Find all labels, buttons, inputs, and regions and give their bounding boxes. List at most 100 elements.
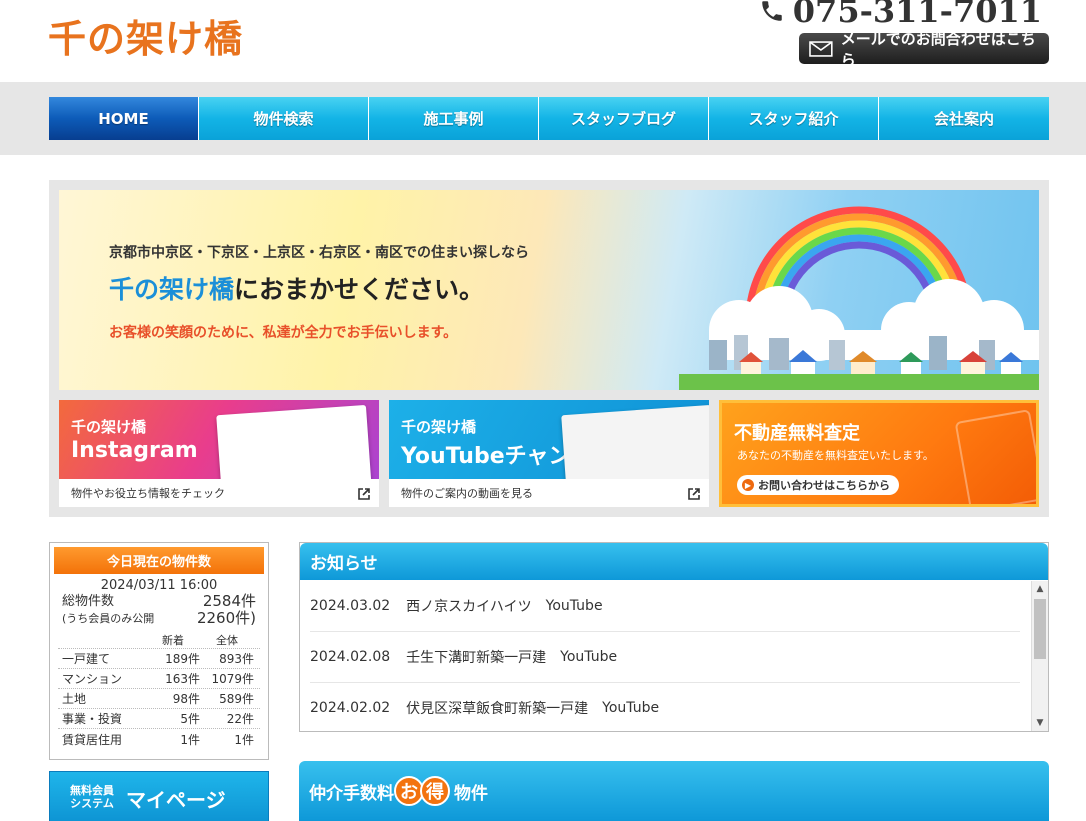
mail-icon — [809, 40, 833, 57]
hero-area-text: 京都市中京区・下京区・上京区・右京区・南区での住まい探しなら — [109, 245, 529, 261]
news-title: お知らせ — [300, 543, 1048, 580]
news-date: 2024.02.02 — [310, 700, 391, 716]
instagram-brand: 千の架け橋 — [71, 418, 147, 436]
main-nav: HOME 物件検索 施工事例 スタッフブログ スタッフ紹介 会社案内 — [49, 97, 1049, 140]
phone-icon — [762, 1, 782, 21]
row-all: 893件 — [219, 652, 254, 666]
otoku-char-2: 得 — [420, 776, 450, 806]
row-new: 5件 — [180, 712, 200, 726]
total-count-value: 2584件 — [202, 592, 256, 610]
appraisal-subtitle: あなたの不動産を無料査定いたします。 — [737, 449, 934, 462]
news-link[interactable]: 西ノ京スカイハイツ — [406, 596, 531, 616]
row-new: 1件 — [180, 732, 200, 747]
external-link-icon — [688, 488, 700, 500]
nav-home[interactable]: HOME — [49, 97, 199, 140]
appraisal-contact-label: お問い合わせはこちらから — [758, 479, 890, 492]
property-count-widget: 今日現在の物件数 2024/03/11 16:00 総物件数 2584件 (うち… — [49, 542, 269, 760]
instagram-title: Instagram — [71, 438, 198, 463]
row-type: 一戸建て — [62, 652, 111, 666]
commission-deal-heading[interactable]: 仲介手数料 お 得 物件 — [299, 761, 1049, 821]
property-count-date: 2024/03/11 16:00 — [100, 578, 218, 593]
table-row[interactable]: マンション 163件 1079件 — [58, 669, 260, 689]
instagram-caption: 物件やお役立ち情報をチェック — [59, 479, 379, 507]
nav-staff-intro[interactable]: スタッフ紹介 — [709, 97, 879, 140]
row-all: 22件 — [226, 712, 254, 726]
member-count-label: (うち会員のみ公開 — [62, 612, 155, 625]
col-new: 新着 — [162, 633, 184, 647]
news-scrollbar[interactable]: ▲ ▼ — [1031, 581, 1048, 731]
news-list: 2024.03.02 西ノ京スカイハイツ YouTube 2024.02.08 … — [300, 581, 1030, 731]
member-count-value: 2260件) — [196, 609, 256, 627]
scroll-up-icon[interactable]: ▲ — [1032, 581, 1048, 597]
otoku-badge: お 得 — [394, 776, 450, 806]
row-type: 土地 — [62, 692, 87, 706]
table-row[interactable]: 事業・投資 5件 22件 — [58, 709, 260, 729]
mail-contact-label: メールでのお問合わせはこちら — [840, 29, 1036, 69]
news-tag: YouTube — [560, 649, 618, 665]
row-type: マンション — [62, 672, 123, 686]
scroll-down-icon[interactable]: ▼ — [1032, 715, 1048, 731]
mypage-label-2: システム — [70, 797, 114, 810]
table-header: 新着 全体 — [58, 631, 260, 649]
arrow-right-icon: ▶ — [742, 479, 754, 491]
news-panel: お知らせ 2024.03.02 西ノ京スカイハイツ YouTube 2024.0… — [299, 542, 1049, 732]
property-count-table: 新着 全体 一戸建て 189件 893件 マンション 163件 1079件 土地… — [58, 631, 260, 749]
appraisal-title: 不動産無料査定 — [734, 423, 860, 444]
mypage-system-label: 無料会員 システム — [70, 784, 114, 810]
member-count-row: (うち会員のみ公開 2260件) — [50, 610, 268, 627]
hero-brand: 千の架け橋 — [109, 275, 235, 304]
youtube-caption: 物件のご案内の動画を見る — [389, 479, 709, 507]
phone-text: 075-311-7011 — [792, 0, 1042, 30]
mail-contact-button[interactable]: メールでのお問合わせはこちら — [799, 30, 1049, 69]
site-logo[interactable]: 千の架け橋 — [48, 8, 243, 63]
row-all: 589件 — [219, 692, 254, 706]
row-type: 事業・投資 — [62, 712, 123, 726]
list-item[interactable]: 2024.02.08 壬生下溝町新築一戸建 YouTube — [310, 632, 1020, 683]
mypage-title: マイページ — [126, 788, 226, 812]
col-all: 全体 — [216, 633, 238, 647]
nav-company[interactable]: 会社案内 — [879, 97, 1049, 140]
news-tag: YouTube — [602, 700, 660, 716]
mypage-label-1: 無料会員 — [70, 784, 114, 797]
row-all: 1079件 — [211, 672, 254, 686]
total-count-label: 総物件数 — [62, 594, 115, 609]
hero-banner: 京都市中京区・下京区・上京区・右京区・南区での住まい探しなら 千の架け橋におまか… — [59, 190, 1039, 390]
property-count-title: 今日現在の物件数 — [54, 547, 264, 574]
hero-headline: 千の架け橋におまかせください。 — [109, 270, 484, 306]
news-date: 2024.02.08 — [310, 649, 391, 665]
table-row[interactable]: 賃貸居住用 1件 1件 — [58, 729, 260, 749]
page: 千の架け橋 075-311-7011 メールでのお問合わせはこちら HOME 物… — [0, 0, 1086, 821]
list-item[interactable]: 2024.02.02 伏見区深草飯食町新築一戸建 YouTube — [310, 683, 1020, 731]
row-new: 163件 — [165, 672, 200, 686]
hero-headline-rest: におまかせください。 — [234, 275, 485, 304]
scroll-thumb[interactable] — [1034, 599, 1046, 659]
list-item[interactable]: 2024.03.02 西ノ京スカイハイツ YouTube — [310, 581, 1020, 632]
row-all: 1件 — [234, 732, 254, 747]
row-new: 98件 — [172, 692, 200, 706]
news-link[interactable]: 壬生下溝町新築一戸建 — [406, 647, 546, 667]
external-link-icon — [358, 488, 370, 500]
row-new: 189件 — [165, 652, 200, 666]
news-date: 2024.03.02 — [310, 598, 391, 614]
instagram-banner[interactable]: 千の架け橋 Instagram 物件やお役立ち情報をチェック — [59, 400, 379, 507]
mypage-button[interactable]: 無料会員 システム マイページ — [49, 771, 269, 821]
appraisal-contact-button[interactable]: ▶ お問い合わせはこちらから — [737, 475, 899, 495]
news-link[interactable]: 伏見区深草飯食町新築一戸建 — [406, 698, 588, 718]
nav-construction-cases[interactable]: 施工事例 — [369, 97, 539, 140]
calculator-icon — [954, 409, 1036, 504]
commission-suffix: 物件 — [454, 783, 488, 804]
news-tag: YouTube — [545, 598, 603, 614]
youtube-brand: 千の架け橋 — [401, 418, 477, 436]
free-appraisal-banner[interactable]: 不動産無料査定 あなたの不動産を無料査定いたします。 ▶ お問い合わせはこちらか… — [719, 400, 1039, 507]
nav-property-search[interactable]: 物件検索 — [199, 97, 369, 140]
rainbow-town-illustration — [679, 206, 1039, 390]
commission-label: 仲介手数料 — [309, 783, 394, 804]
table-row[interactable]: 土地 98件 589件 — [58, 689, 260, 709]
total-count-row: 総物件数 2584件 — [50, 593, 268, 610]
row-type: 賃貸居住用 — [62, 732, 123, 747]
youtube-banner[interactable]: 千の架け橋 YouTubeチャンネル 物件のご案内の動画を見る — [389, 400, 709, 507]
phone-number[interactable]: 075-311-7011 — [759, 0, 1042, 30]
hero-tagline: お客様の笑顔のために、私達が全力でお手伝いします。 — [109, 325, 458, 341]
nav-staff-blog[interactable]: スタッフブログ — [539, 97, 709, 140]
table-row[interactable]: 一戸建て 189件 893件 — [58, 649, 260, 669]
